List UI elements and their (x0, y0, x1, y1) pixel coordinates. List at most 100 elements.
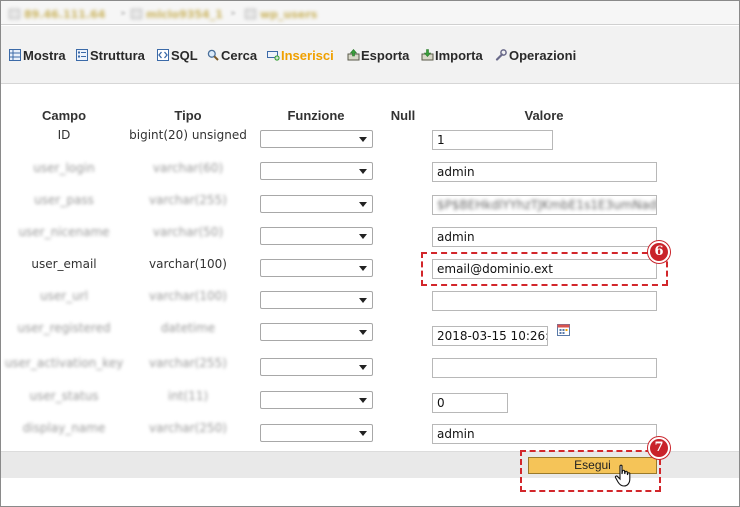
chevron-down-icon (359, 266, 367, 271)
breadcrumb-separator: » (230, 8, 237, 19)
field-name: user_activation_key (4, 356, 124, 370)
table-browse-icon (9, 49, 21, 61)
tab-mostra[interactable]: Mostra (9, 47, 66, 63)
value-input-user-activation-key[interactable] (432, 358, 657, 378)
header-tipo: Tipo (174, 108, 202, 123)
function-select[interactable] (260, 162, 373, 180)
chevron-down-icon (359, 398, 367, 403)
breadcrumb-server[interactable]: 89.46.111.64 (9, 7, 105, 21)
tab-label: Operazioni (509, 47, 577, 63)
field-type: varchar(255) (149, 193, 227, 207)
import-icon (421, 49, 434, 61)
tab-cerca[interactable]: Cerca (207, 47, 257, 63)
function-select[interactable] (260, 424, 373, 442)
table-icon (245, 9, 256, 19)
wrench-icon (495, 49, 507, 61)
field-name: user_registered (17, 321, 111, 335)
function-select[interactable] (260, 323, 373, 341)
function-select[interactable] (260, 130, 373, 148)
value-input-user-pass[interactable]: $P$BEHkdlYYhzTJKmbE1s1E3umNadN1 (432, 195, 657, 215)
tab-label: SQL (171, 47, 198, 63)
field-type: bigint(20) unsigned (129, 128, 247, 142)
field-name: user_login (33, 161, 95, 175)
field-type: varchar(255) (149, 356, 227, 370)
search-icon (207, 49, 219, 61)
tab-label: Importa (435, 47, 483, 63)
tab-label: Mostra (23, 47, 66, 63)
input-value: admin (437, 230, 475, 244)
field-name: user_email (31, 257, 97, 271)
input-value: admin (437, 427, 475, 441)
server-icon (9, 9, 20, 19)
chevron-down-icon (359, 431, 367, 436)
function-select[interactable] (260, 259, 373, 277)
function-select[interactable] (260, 358, 373, 376)
field-name: user_pass (34, 193, 94, 207)
step-badge: 6 (648, 241, 670, 263)
value-input-display-name[interactable]: admin (432, 424, 657, 444)
tab-label: Struttura (90, 47, 145, 63)
value-input-user-nicename[interactable]: admin (432, 227, 657, 247)
table-tabs: Mostra Struttura SQL Cerca Inserisci Esp… (1, 26, 739, 84)
function-select[interactable] (260, 195, 373, 213)
callout-submit-highlight (520, 450, 661, 492)
value-input-user-registered[interactable]: 2018-03-15 10:26:05 (432, 326, 548, 346)
table-structure-icon (76, 49, 88, 61)
field-type: varchar(100) (149, 289, 227, 303)
field-name: user_status (29, 389, 99, 403)
tab-operazioni[interactable]: Operazioni (495, 47, 576, 63)
tab-inserisci[interactable]: Inserisci (267, 47, 334, 63)
tab-esporta[interactable]: Esporta (347, 47, 409, 63)
value-input-id[interactable]: 1 (432, 130, 553, 150)
tab-label: Esporta (361, 47, 410, 63)
breadcrumb: 89.46.111.64 » mlclo9354_1 » wp_users (1, 1, 739, 25)
field-type: varchar(100) (149, 257, 227, 271)
callout-email-highlight (421, 252, 668, 286)
chevron-down-icon (359, 169, 367, 174)
chevron-down-icon (359, 202, 367, 207)
sql-icon (157, 49, 169, 61)
export-icon (347, 49, 360, 61)
tab-sql[interactable]: SQL (157, 47, 198, 63)
input-value: 0 (437, 396, 445, 410)
tab-label: Inserisci (281, 47, 334, 63)
field-name: user_nicename (18, 225, 110, 239)
chevron-down-icon (359, 330, 367, 335)
field-name: display_name (22, 421, 106, 435)
field-type: int(11) (167, 389, 209, 403)
breadcrumb-database-label: mlclo9354_1 (146, 7, 223, 21)
input-value: $P$BEHkdlYYhzTJKmbE1s1E3umNadN1 (437, 198, 657, 212)
function-select[interactable] (260, 391, 373, 409)
breadcrumb-server-label: 89.46.111.64 (24, 7, 106, 21)
function-select[interactable] (260, 291, 373, 309)
field-type: varchar(250) (149, 421, 227, 435)
value-input-user-url[interactable] (432, 291, 657, 311)
value-input-user-status[interactable]: 0 (432, 393, 508, 413)
field-type: varchar(50) (152, 225, 224, 239)
chevron-down-icon (359, 234, 367, 239)
breadcrumb-table-label: wp_users (260, 7, 318, 21)
database-icon (131, 9, 142, 19)
function-select[interactable] (260, 227, 373, 245)
chevron-down-icon (359, 365, 367, 370)
value-input-user-login[interactable]: admin (432, 162, 657, 182)
input-value: 1 (437, 133, 445, 147)
chevron-down-icon (359, 137, 367, 142)
breadcrumb-database[interactable]: mlclo9354_1 (131, 7, 223, 21)
header-valore: Valore (524, 108, 564, 123)
header-funzione: Funzione (287, 108, 345, 123)
tab-label: Cerca (221, 47, 258, 63)
breadcrumb-separator: » (120, 8, 127, 19)
header-campo: Campo (41, 108, 87, 123)
calendar-icon[interactable] (557, 323, 570, 336)
field-type: varchar(60) (152, 161, 224, 175)
chevron-down-icon (359, 298, 367, 303)
field-name: ID (57, 128, 71, 142)
tab-importa[interactable]: Importa (421, 47, 483, 63)
breadcrumb-table[interactable]: wp_users (245, 7, 317, 21)
field-name: user_url (39, 289, 89, 303)
insert-row-icon (267, 49, 280, 61)
tab-struttura[interactable]: Struttura (76, 47, 145, 63)
field-type: datetime (160, 321, 216, 335)
step-badge: 7 (648, 437, 670, 459)
